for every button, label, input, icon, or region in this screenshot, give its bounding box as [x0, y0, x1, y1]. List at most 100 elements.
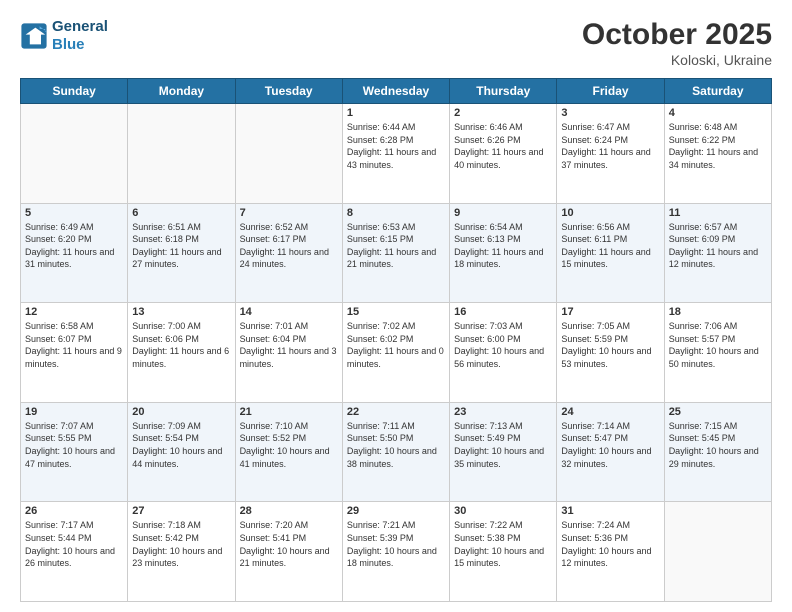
calendar-cell: 18 Sunrise: 7:06 AM Sunset: 5:57 PM Dayli… [664, 303, 771, 403]
day-info: Sunrise: 6:46 AM Sunset: 6:26 PM Dayligh… [454, 121, 552, 171]
day-number: 1 [347, 107, 445, 119]
day-number: 4 [669, 107, 767, 119]
calendar-cell: 21Sunrise: 7:10 AM Sunset: 5:52 PM Dayli… [235, 402, 342, 502]
day-info: Sunrise: 7:22 AM Sunset: 5:38 PM Dayligh… [454, 519, 552, 569]
day-info: Sunrise: 7:00 AM Sunset: 6:06 PM Dayligh… [132, 320, 230, 370]
calendar-cell [235, 104, 342, 204]
day-info: Sunrise: 7:20 AM Sunset: 5:41 PM Dayligh… [240, 519, 338, 569]
calendar-cell: 26Sunrise: 7:17 AM Sunset: 5:44 PM Dayli… [21, 502, 128, 602]
calendar-cell: 14 Sunrise: 7:01 AM Sunset: 6:04 PM Dayli… [235, 303, 342, 403]
calendar-cell: 27Sunrise: 7:18 AM Sunset: 5:42 PM Dayli… [128, 502, 235, 602]
calendar-cell: 29 Sunrise: 7:21 AM Sunset: 5:39 PM Dayli… [342, 502, 449, 602]
calendar-cell: 24 Sunrise: 7:14 AM Sunset: 5:47 PM Dayli… [557, 402, 664, 502]
calendar-week-row: 1 Sunrise: 6:44 AM Sunset: 6:28 PM Daylig… [21, 104, 772, 204]
day-number: 20 [132, 406, 230, 418]
day-info: Sunrise: 6:53 AM Sunset: 6:15 PM Dayligh… [347, 221, 445, 271]
day-number: 16 [454, 306, 552, 318]
calendar-cell: 17 Sunrise: 7:05 AM Sunset: 5:59 PM Dayli… [557, 303, 664, 403]
day-number: 29 [347, 505, 445, 517]
day-number: 22 [347, 406, 445, 418]
day-info: Sunrise: 7:24 AM Sunset: 5:36 PM Dayligh… [561, 519, 659, 569]
calendar-cell: 31 Sunrise: 7:24 AM Sunset: 5:36 PM Dayli… [557, 502, 664, 602]
weekday-header-row: SundayMondayTuesdayWednesdayThursdayFrid… [21, 79, 772, 104]
day-info: Sunrise: 6:44 AM Sunset: 6:28 PM Dayligh… [347, 121, 445, 171]
calendar-cell: 1 Sunrise: 6:44 AM Sunset: 6:28 PM Daylig… [342, 104, 449, 204]
day-number: 3 [561, 107, 659, 119]
logo-text: General Blue [52, 18, 108, 54]
day-number: 2 [454, 107, 552, 119]
calendar-table: SundayMondayTuesdayWednesdayThursdayFrid… [20, 78, 772, 602]
calendar-week-row: 19 Sunrise: 7:07 AM Sunset: 5:55 PM Dayli… [21, 402, 772, 502]
day-info: Sunrise: 7:15 AM Sunset: 5:45 PM Dayligh… [669, 420, 767, 470]
day-info: Sunrise: 7:11 AM Sunset: 5:50 PM Dayligh… [347, 420, 445, 470]
page: General Blue October 2025 Koloski, Ukrai… [0, 0, 792, 612]
day-number: 5 [25, 207, 123, 219]
calendar-week-row: 26Sunrise: 7:17 AM Sunset: 5:44 PM Dayli… [21, 502, 772, 602]
calendar-cell: 12 Sunrise: 6:58 AM Sunset: 6:07 PM Dayli… [21, 303, 128, 403]
day-number: 15 [347, 306, 445, 318]
calendar-cell: 19 Sunrise: 7:07 AM Sunset: 5:55 PM Dayli… [21, 402, 128, 502]
day-number: 25 [669, 406, 767, 418]
title-block: October 2025 Koloski, Ukraine [582, 18, 772, 68]
day-info: Sunrise: 6:52 AM Sunset: 6:17 PM Dayligh… [240, 221, 338, 271]
day-info: Sunrise: 7:14 AM Sunset: 5:47 PM Dayligh… [561, 420, 659, 470]
day-info: Sunrise: 7:17 AM Sunset: 5:44 PM Dayligh… [25, 519, 123, 569]
day-number: 13 [132, 306, 230, 318]
calendar-cell: 25 Sunrise: 7:15 AM Sunset: 5:45 PM Dayli… [664, 402, 771, 502]
day-info: Sunrise: 7:21 AM Sunset: 5:39 PM Dayligh… [347, 519, 445, 569]
day-info: Sunrise: 7:06 AM Sunset: 5:57 PM Dayligh… [669, 320, 767, 370]
day-number: 7 [240, 207, 338, 219]
calendar-week-row: 5 Sunrise: 6:49 AM Sunset: 6:20 PM Daylig… [21, 203, 772, 303]
day-number: 30 [454, 505, 552, 517]
day-number: 28 [240, 505, 338, 517]
calendar-cell: 5 Sunrise: 6:49 AM Sunset: 6:20 PM Daylig… [21, 203, 128, 303]
logo: General Blue [20, 18, 108, 54]
calendar-cell: 20Sunrise: 7:09 AM Sunset: 5:54 PM Dayli… [128, 402, 235, 502]
day-info: Sunrise: 6:51 AM Sunset: 6:18 PM Dayligh… [132, 221, 230, 271]
header: General Blue October 2025 Koloski, Ukrai… [20, 18, 772, 68]
calendar-cell [21, 104, 128, 204]
day-number: 24 [561, 406, 659, 418]
day-info: Sunrise: 7:05 AM Sunset: 5:59 PM Dayligh… [561, 320, 659, 370]
day-number: 31 [561, 505, 659, 517]
calendar-cell: 3 Sunrise: 6:47 AM Sunset: 6:24 PM Daylig… [557, 104, 664, 204]
day-number: 12 [25, 306, 123, 318]
weekday-header-sunday: Sunday [21, 79, 128, 104]
calendar-cell: 10Sunrise: 6:56 AM Sunset: 6:11 PM Dayli… [557, 203, 664, 303]
calendar-cell: 16Sunrise: 7:03 AM Sunset: 6:00 PM Dayli… [450, 303, 557, 403]
calendar-cell: 11 Sunrise: 6:57 AM Sunset: 6:09 PM Dayli… [664, 203, 771, 303]
day-info: Sunrise: 6:57 AM Sunset: 6:09 PM Dayligh… [669, 221, 767, 271]
weekday-header-tuesday: Tuesday [235, 79, 342, 104]
day-info: Sunrise: 6:48 AM Sunset: 6:22 PM Dayligh… [669, 121, 767, 171]
weekday-header-friday: Friday [557, 79, 664, 104]
day-number: 21 [240, 406, 338, 418]
day-info: Sunrise: 6:58 AM Sunset: 6:07 PM Dayligh… [25, 320, 123, 370]
calendar-cell [664, 502, 771, 602]
weekday-header-wednesday: Wednesday [342, 79, 449, 104]
calendar-cell: 30 Sunrise: 7:22 AM Sunset: 5:38 PM Dayli… [450, 502, 557, 602]
calendar-cell: 6Sunrise: 6:51 AM Sunset: 6:18 PM Daylig… [128, 203, 235, 303]
weekday-header-thursday: Thursday [450, 79, 557, 104]
day-number: 14 [240, 306, 338, 318]
day-number: 9 [454, 207, 552, 219]
day-info: Sunrise: 6:47 AM Sunset: 6:24 PM Dayligh… [561, 121, 659, 171]
weekday-header-saturday: Saturday [664, 79, 771, 104]
day-number: 19 [25, 406, 123, 418]
day-number: 11 [669, 207, 767, 219]
day-info: Sunrise: 7:01 AM Sunset: 6:04 PM Dayligh… [240, 320, 338, 370]
day-info: Sunrise: 6:49 AM Sunset: 6:20 PM Dayligh… [25, 221, 123, 271]
month-title: October 2025 [582, 18, 772, 52]
day-info: Sunrise: 7:07 AM Sunset: 5:55 PM Dayligh… [25, 420, 123, 470]
calendar-cell: 13 Sunrise: 7:00 AM Sunset: 6:06 PM Dayli… [128, 303, 235, 403]
logo-icon [20, 22, 48, 50]
calendar-cell: 9Sunrise: 6:54 AM Sunset: 6:13 PM Daylig… [450, 203, 557, 303]
calendar-cell: 23Sunrise: 7:13 AM Sunset: 5:49 PM Dayli… [450, 402, 557, 502]
day-info: Sunrise: 7:13 AM Sunset: 5:49 PM Dayligh… [454, 420, 552, 470]
logo-line1: General [52, 18, 108, 36]
calendar-cell: 28 Sunrise: 7:20 AM Sunset: 5:41 PM Dayli… [235, 502, 342, 602]
logo-line2: Blue [52, 36, 108, 54]
calendar-cell: 4 Sunrise: 6:48 AM Sunset: 6:22 PM Daylig… [664, 104, 771, 204]
location-subtitle: Koloski, Ukraine [582, 52, 772, 68]
day-number: 17 [561, 306, 659, 318]
day-number: 18 [669, 306, 767, 318]
